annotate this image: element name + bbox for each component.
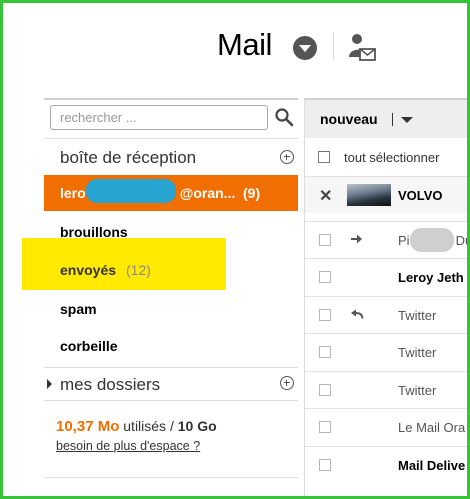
add-icon[interactable]: [280, 150, 294, 164]
my-folders-section[interactable]: mes dossiers: [44, 368, 298, 400]
message-row[interactable]: Le Mail Ora: [305, 408, 470, 445]
forward-icon: [351, 234, 362, 244]
toolbar-divider: [392, 113, 393, 126]
message-sender: Le Mail Ora: [398, 420, 466, 435]
folder-sent[interactable]: envoyés: [60, 262, 116, 278]
storage-used-label: utilisés /: [123, 418, 174, 434]
caret-right-icon[interactable]: [47, 379, 52, 389]
message-row[interactable]: Twitter: [305, 371, 470, 408]
redaction-mark: [410, 228, 454, 252]
message-sender: Twitter: [398, 308, 437, 323]
sidebar-top-border: [44, 98, 298, 100]
header-divider: [333, 32, 334, 60]
message-sender: Mail Delive: [398, 458, 466, 473]
folder-inbox[interactable]: boîte de réception: [44, 139, 298, 175]
message-sender: VOLVO: [398, 188, 443, 203]
add-icon[interactable]: [280, 376, 294, 390]
chevron-down-icon[interactable]: [401, 117, 413, 123]
select-all-row[interactable]: tout sélectionner: [305, 138, 470, 176]
storage-usage: 10,37 Mo utilisés / 10 Go: [56, 418, 217, 435]
message-row[interactable]: Twitter: [305, 296, 470, 333]
message-sender: Leroy Jeth: [398, 270, 464, 285]
more-space-link[interactable]: besoin de plus d'espace ?: [56, 439, 200, 453]
select-all-label: tout sélectionner: [344, 150, 440, 165]
message-checkbox[interactable]: [319, 346, 331, 358]
folder-sent-count: (12): [126, 262, 151, 278]
close-icon[interactable]: ✕: [319, 186, 332, 206]
reply-icon: [351, 309, 364, 319]
my-folders-label: mes dossiers: [60, 375, 161, 394]
user-mail-icon[interactable]: [348, 32, 376, 62]
new-message-button[interactable]: nouveau: [320, 111, 378, 127]
highlight-marker: [22, 238, 226, 290]
message-sender: Twitter: [398, 345, 437, 360]
redaction-mark: [86, 179, 176, 203]
sidebar-divider: [44, 400, 298, 401]
folder-inbox-label: boîte de réception: [60, 148, 197, 167]
storage-used-value: 10,37 Mo: [56, 418, 120, 435]
message-checkbox[interactable]: [319, 271, 331, 283]
search-icon[interactable]: [274, 107, 294, 127]
folder-spam[interactable]: spam: [60, 301, 97, 317]
chevron-down-circle-icon[interactable]: [293, 36, 317, 60]
sidebar-divider: [44, 477, 298, 478]
message-checkbox[interactable]: [319, 421, 331, 433]
message-row[interactable]: Leroy Jeth: [305, 258, 470, 295]
message-sender: Twitter: [398, 383, 437, 398]
message-checkbox[interactable]: [319, 234, 331, 246]
message-checkbox[interactable]: [319, 384, 331, 396]
search-input[interactable]: [50, 105, 268, 130]
message-thumbnail: [347, 184, 391, 206]
message-row[interactable]: ✕ VOLVO: [305, 176, 470, 213]
unread-count: (9): [243, 185, 261, 201]
message-row[interactable]: Mail Delive: [305, 446, 470, 483]
message-checkbox[interactable]: [319, 309, 331, 321]
message-row[interactable]: PiDu: [305, 221, 470, 258]
app-title: Mail: [217, 27, 272, 62]
message-row[interactable]: Twitter: [305, 333, 470, 370]
message-checkbox[interactable]: [319, 459, 331, 471]
folder-trash[interactable]: corbeille: [60, 338, 118, 354]
select-all-checkbox[interactable]: [318, 151, 330, 163]
storage-total: 10 Go: [177, 418, 217, 434]
